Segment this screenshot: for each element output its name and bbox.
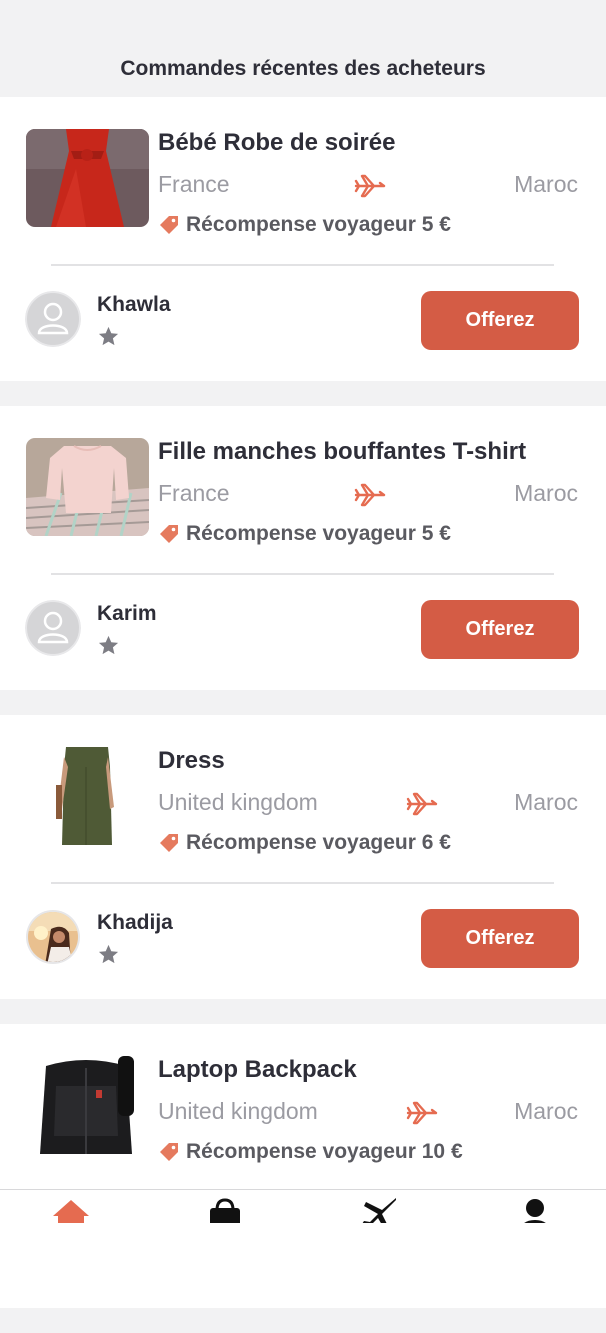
shopping-bag-icon[interactable] <box>205 1196 245 1223</box>
offer-button[interactable]: Offerez <box>421 600 579 659</box>
airplane-icon <box>406 792 438 816</box>
airplane-icon <box>406 1101 438 1125</box>
offer-button[interactable]: Offerez <box>421 909 579 968</box>
price-tag-icon <box>160 525 178 543</box>
order-card[interactable]: Dress United kingdom Maroc Récompense vo… <box>0 715 606 999</box>
avatar[interactable] <box>25 600 81 656</box>
divider <box>51 573 554 575</box>
product-image <box>26 438 149 536</box>
order-card[interactable]: Bébé Robe de soirée France Maroc Récompe… <box>0 97 606 381</box>
offer-button[interactable]: Offerez <box>421 291 579 350</box>
reward-text: Récompense voyageur 5 € <box>186 522 451 545</box>
route: United kingdom Maroc <box>158 1098 578 1128</box>
traveler-reward: Récompense voyageur 5 € <box>158 522 451 546</box>
destination-country: Maroc <box>514 1098 578 1124</box>
origin-country: France <box>158 171 230 197</box>
divider <box>51 882 554 884</box>
profile-icon[interactable] <box>515 1196 555 1223</box>
reward-text: Récompense voyageur 6 € <box>186 831 451 854</box>
destination-country: Maroc <box>514 789 578 815</box>
product-title: Dress <box>158 747 225 774</box>
buyer-name: Khawla <box>97 293 171 316</box>
home-icon[interactable] <box>51 1196 91 1223</box>
origin-country: United kingdom <box>158 1098 318 1124</box>
order-card[interactable]: Laptop Backpack United kingdom Maroc Réc… <box>0 1024 606 1308</box>
price-tag-icon <box>160 834 178 852</box>
order-card[interactable]: Fille manches bouffantes T-shirt France … <box>0 406 606 690</box>
product-title: Laptop Backpack <box>158 1056 357 1083</box>
destination-country: Maroc <box>514 480 578 506</box>
reward-text: Récompense voyageur 5 € <box>186 213 451 236</box>
traveler-reward: Récompense voyageur 6 € <box>158 831 451 855</box>
avatar[interactable] <box>25 909 81 965</box>
route: United kingdom Maroc <box>158 789 578 819</box>
price-tag-icon <box>160 1143 178 1161</box>
destination-country: Maroc <box>514 171 578 197</box>
traveler-reward: Récompense voyageur 5 € <box>158 213 451 237</box>
airplane-icon[interactable] <box>360 1196 400 1223</box>
avatar[interactable] <box>25 291 81 347</box>
product-image <box>26 1056 149 1154</box>
star-icon <box>98 635 119 655</box>
bottom-nav <box>0 1189 606 1223</box>
product-title: Bébé Robe de soirée <box>158 129 396 156</box>
product-image <box>26 747 149 845</box>
buyer-name: Khadija <box>97 911 173 934</box>
buyer-name: Karim <box>97 602 157 625</box>
route: France Maroc <box>158 171 578 201</box>
product-title: Fille manches bouffantes T-shirt <box>158 438 527 465</box>
origin-country: United kingdom <box>158 789 318 815</box>
divider <box>51 264 554 266</box>
orders-list: Bébé Robe de soirée France Maroc Récompe… <box>0 97 606 1333</box>
star-icon <box>98 326 119 346</box>
page-title: Commandes récentes des acheteurs <box>120 57 486 80</box>
airplane-icon <box>354 483 386 507</box>
route: France Maroc <box>158 480 578 510</box>
reward-text: Récompense voyageur 10 € <box>186 1140 463 1163</box>
price-tag-icon <box>160 216 178 234</box>
origin-country: France <box>158 480 230 506</box>
star-icon <box>98 944 119 964</box>
traveler-reward: Récompense voyageur 10 € <box>158 1140 463 1164</box>
airplane-icon <box>354 174 386 198</box>
product-image <box>26 129 149 227</box>
page-header: Commandes récentes des acheteurs <box>0 0 606 97</box>
